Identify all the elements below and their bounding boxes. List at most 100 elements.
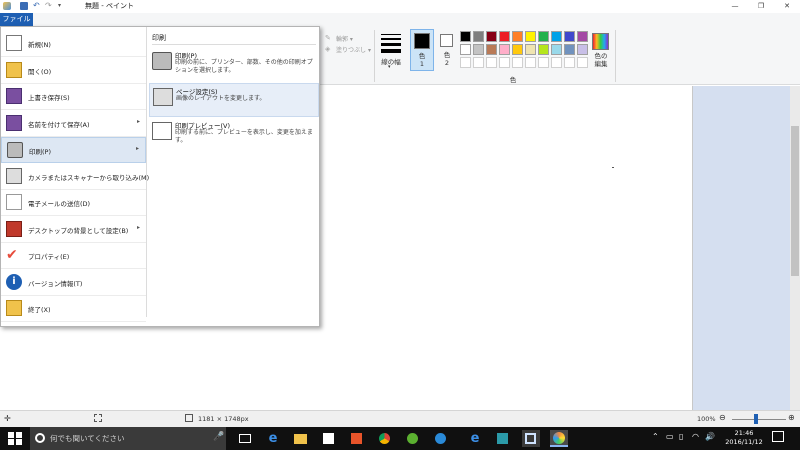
volume-icon[interactable]: 🔊 [705, 432, 715, 441]
file-menu-item[interactable]: i バージョン情報(T) [1, 270, 146, 296]
microphone-icon[interactable]: 🎤 [213, 432, 224, 442]
file-menu-item[interactable]: 上書き保存(S) [1, 84, 146, 110]
color-swatch[interactable] [486, 31, 497, 42]
color-swatch[interactable] [486, 57, 497, 68]
checkmark-icon: ✔ [6, 247, 18, 263]
color-swatch[interactable] [499, 44, 510, 55]
color-swatch[interactable] [486, 44, 497, 55]
printer-icon [152, 52, 172, 70]
restore-button[interactable]: ❐ [748, 0, 774, 13]
file-menu-item[interactable]: 開く(O) [1, 58, 146, 84]
file-tab[interactable]: ファイル [0, 13, 33, 26]
edit-colors-button[interactable]: 色の 編集 [590, 31, 612, 71]
outline-dropdown[interactable]: 輪郭 ▾ [336, 34, 353, 43]
color-swatch[interactable] [577, 57, 588, 68]
color-swatch[interactable] [551, 31, 562, 42]
paint-taskbar-icon[interactable] [550, 430, 568, 447]
wifi-icon[interactable]: ◠ [692, 432, 699, 441]
color-swatch[interactable] [564, 44, 575, 55]
zoom-out-button[interactable]: ⊖ [719, 413, 726, 422]
color1-label: 色 1 [418, 52, 426, 68]
zoom-slider-thumb[interactable] [754, 414, 758, 424]
color-swatch[interactable] [525, 44, 536, 55]
status-bar: ✛ 1181 × 1748px 100% ⊖ ⊕ [0, 410, 800, 427]
file-explorer-icon[interactable] [292, 430, 310, 447]
scrollbar-thumb[interactable] [791, 126, 799, 276]
color-swatch[interactable] [473, 31, 484, 42]
color-swatch[interactable] [538, 31, 549, 42]
color-swatch[interactable] [473, 57, 484, 68]
file-menu-item[interactable]: 終了(X) [1, 296, 146, 322]
fill-dropdown[interactable]: 塗りつぶし ▾ [336, 45, 371, 54]
close-button[interactable]: ✕ [774, 0, 800, 13]
color-swatch[interactable] [460, 31, 471, 42]
redo-icon[interactable]: ↷ [45, 2, 53, 10]
search-placeholder: 何でも聞いてください [50, 434, 125, 443]
print-submenu-item[interactable]: 印刷プレビュー(V) 印刷する前に、プレビューを表示し、変更を加えます。 [149, 118, 319, 152]
file-menu-item[interactable]: 電子メールの送信(D) [1, 190, 146, 216]
notifications-icon[interactable] [772, 431, 784, 442]
undo-icon[interactable]: ↶ [33, 2, 41, 10]
desktop-background-icon [6, 220, 22, 237]
print-submenu-item[interactable]: 印刷(P) 印刷の前に、プリンター、部数、その他の印刷オプションを選択します。 [149, 48, 319, 82]
colors-group-label: 色 [509, 76, 517, 84]
color-swatch[interactable] [577, 44, 588, 55]
color-swatch[interactable] [460, 57, 471, 68]
color1-button[interactable]: 色 1 [410, 29, 434, 71]
exit-icon [6, 300, 22, 316]
line-size-button[interactable]: 線の幅 ▾ [379, 31, 403, 71]
vertical-scrollbar[interactable] [790, 86, 800, 410]
color-swatch[interactable] [551, 57, 562, 68]
globe-app-icon[interactable] [432, 430, 450, 447]
open-folder-icon [6, 61, 22, 78]
task-view-icon[interactable] [236, 430, 254, 447]
minimize-button[interactable]: — [722, 0, 748, 13]
snipping-tool-icon[interactable] [522, 430, 540, 447]
zoom-in-button[interactable]: ⊕ [788, 413, 795, 422]
show-hidden-icons[interactable]: ⌃ [652, 432, 659, 441]
print-submenu: 印刷 印刷(P) 印刷の前に、プリンター、部数、その他の印刷オプションを選択します… [146, 27, 320, 317]
zoom-slider[interactable] [732, 414, 786, 424]
file-menu-item-label: 名前を付けて保存(A) [28, 120, 90, 129]
file-menu-item[interactable]: デスクトップの背景として設定(B) ▸ [1, 217, 146, 243]
file-menu-item[interactable]: 名前を付けて保存(A) ▸ [1, 111, 146, 137]
battery-icon[interactable]: ▯ [679, 432, 683, 441]
customize-qat-icon[interactable]: ▾ [58, 2, 66, 10]
teal-app-icon[interactable] [494, 430, 512, 447]
color-swatch[interactable] [499, 31, 510, 42]
color-swatch[interactable] [499, 57, 510, 68]
color-swatch[interactable] [551, 44, 562, 55]
color-swatch[interactable] [525, 57, 536, 68]
color-swatch[interactable] [512, 31, 523, 42]
taskbar-search-box[interactable]: 何でも聞いてください 🎤 [30, 427, 226, 450]
file-menu-item[interactable]: 新規(N) [1, 31, 146, 57]
save-icon [6, 88, 22, 104]
network-icon[interactable]: ▭ [666, 432, 674, 441]
color-swatch[interactable] [564, 31, 575, 42]
chrome-icon[interactable] [376, 430, 394, 447]
save-quick-icon[interactable] [20, 2, 28, 10]
file-menu-item[interactable]: 印刷(P) ▸ [1, 137, 146, 163]
start-button[interactable] [8, 432, 22, 445]
file-menu-item[interactable]: カメラまたはスキャナーから取り込み(M) [1, 164, 149, 190]
color-swatch[interactable] [512, 57, 523, 68]
color-swatch[interactable] [577, 31, 588, 42]
color-swatch[interactable] [460, 44, 471, 55]
print-submenu-item[interactable]: ページ設定(S) 画像のレイアウトを変更します。 [149, 83, 319, 117]
color-swatch[interactable] [512, 44, 523, 55]
green-app-icon[interactable] [404, 430, 422, 447]
color2-button[interactable]: 色 2 [437, 29, 457, 71]
image-size-icon [185, 414, 193, 422]
media-player-icon[interactable] [348, 430, 366, 447]
color-swatch[interactable] [538, 57, 549, 68]
color-swatch[interactable] [525, 31, 536, 42]
internet-explorer-icon[interactable]: e [466, 430, 484, 447]
store-icon[interactable] [320, 430, 338, 447]
file-menu-item[interactable]: ✔ プロパティ(E) [1, 243, 146, 269]
color-swatch[interactable] [473, 44, 484, 55]
color-swatch[interactable] [538, 44, 549, 55]
email-icon [6, 194, 22, 210]
edge-taskbar-icon[interactable]: e [264, 430, 282, 447]
taskbar-clock[interactable]: 21:46 2016/11/12 [722, 429, 766, 447]
color-swatch[interactable] [564, 57, 575, 68]
